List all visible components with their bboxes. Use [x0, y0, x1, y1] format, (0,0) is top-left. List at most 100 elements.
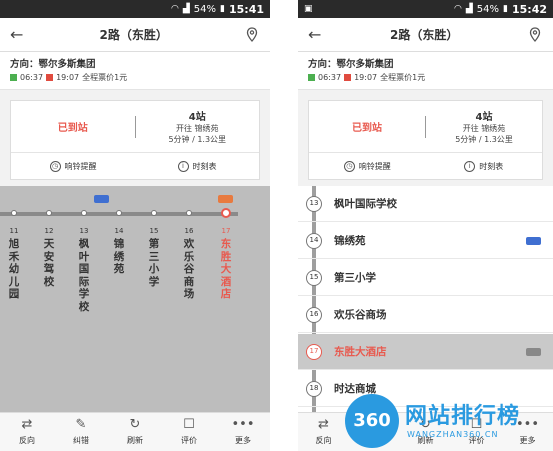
stop-number: 13	[79, 227, 89, 235]
toolbar-label: 评价	[181, 436, 197, 445]
battery-icon: ▮	[220, 4, 225, 14]
toolbar-label: 更多	[235, 436, 251, 445]
list-item[interactable]: 15 第三小学	[298, 260, 553, 296]
map-pin-icon[interactable]	[244, 26, 260, 43]
info-icon: i	[464, 160, 476, 172]
alarm-clock-icon: ◷	[343, 160, 355, 172]
last-bus-marker	[46, 74, 54, 81]
clock: 15:42	[511, 2, 547, 16]
toolbar-label: 反向	[19, 436, 35, 445]
notification-icon: ▣	[304, 4, 313, 14]
stop-number: 14	[114, 227, 124, 235]
timetable-button[interactable]: i 时刻表	[426, 160, 543, 172]
watermark: 360 网站排行榜 WANGZHAN360.CN	[345, 392, 553, 451]
list-item-current[interactable]: 17 东胜大酒店	[298, 334, 553, 370]
next-bus-info: 4站 开往 锦绣苑 5分钟 / 1.3公里	[426, 108, 542, 145]
status-bar: ◠ ▟ 54% ▮ 15:41	[0, 0, 270, 18]
stop-name: 锦绣苑	[113, 238, 125, 275]
stops-away: 4站	[475, 112, 493, 123]
info-icon: i	[177, 160, 189, 172]
first-bus-time: 06:37	[318, 73, 342, 82]
battery-level: 54%	[476, 3, 500, 15]
report-error-button[interactable]: ✎ 纠错	[54, 413, 108, 451]
stop-dot	[151, 210, 157, 216]
battery-level: 54%	[193, 3, 217, 15]
stop-name: 枫叶国际学校	[334, 198, 397, 210]
last-bus-marker	[344, 74, 352, 81]
next-stop-line: 开往 锦绣苑	[462, 124, 506, 133]
alarm-button[interactable]: ◷ 响铃提醒	[309, 160, 426, 172]
comment-icon: ☐	[183, 417, 195, 432]
back-arrow-icon[interactable]: ←	[10, 25, 23, 44]
phone-screen-right: ▣ ◠ ▟ 54% ▮ 15:42 ← 2路（东胜） 方向：鄂尔多斯集团 06:…	[298, 0, 553, 451]
stop-number: 15	[149, 227, 159, 235]
list-item[interactable]: 13 枫叶国际学校	[298, 186, 553, 222]
stop-name: 枫叶国际学校	[78, 238, 90, 313]
wifi-icon: ◠	[171, 4, 179, 14]
stop-number: 15	[306, 269, 322, 286]
more-button[interactable]: ••• 更多	[216, 413, 270, 451]
phone-screen-left: ◠ ▟ 54% ▮ 15:41 ← 2路（东胜） 方向：鄂尔多斯集团 06:37…	[0, 0, 270, 451]
arrival-card: 已到站 4站 开往 锦绣苑 5分钟 / 1.3公里 ◷ 响铃提醒 i 时刻表	[10, 100, 260, 180]
stop-number: 16	[306, 306, 322, 323]
next-bus-info: 4站 开往 锦绣苑 5分钟 / 1.3公里	[136, 108, 260, 145]
stop-name: 东胜大酒店	[220, 238, 232, 300]
eta-distance: 5分钟 / 1.3公里	[455, 135, 513, 144]
first-bus-marker	[10, 74, 17, 81]
stop-name: 第三小学	[148, 238, 160, 288]
stop-number: 11	[9, 227, 19, 235]
stop-number: 12	[44, 227, 54, 235]
bus-icon[interactable]	[526, 236, 541, 245]
list-item[interactable]: 14 锦绣苑	[298, 223, 553, 259]
stop-number: 14	[306, 232, 322, 249]
stop-name: 旭禾幼儿园	[8, 238, 20, 300]
wifi-icon: ◠	[454, 4, 462, 14]
reverse-icon: ⇄	[21, 417, 33, 432]
map-pin-icon[interactable]	[527, 26, 543, 43]
list-item[interactable]: 16 欢乐谷商场	[298, 297, 553, 333]
arrived-status: 已到站	[352, 123, 382, 134]
last-bus-time: 19:07	[56, 73, 80, 82]
watermark-url: WANGZHAN360.CN	[407, 430, 499, 439]
timetable-button[interactable]: i 时刻表	[135, 160, 259, 172]
direction-label: 方向：鄂尔多斯集团	[308, 59, 394, 70]
clock: 15:41	[228, 2, 264, 16]
stop-dot	[81, 210, 87, 216]
stop-number: 13	[306, 195, 322, 212]
stop-dot	[116, 210, 122, 216]
bus-icon[interactable]	[526, 347, 541, 356]
toolbar-label: 纠错	[73, 436, 89, 445]
bus-icon[interactable]	[94, 195, 109, 203]
stop-number: 17	[306, 343, 322, 360]
page-title: 2路（东胜）	[390, 28, 459, 42]
route-line-view: 11 旭禾幼儿园 12 天安驾校 13 枫叶国际学校 14 锦绣苑 15 第三小学 16 欢…	[0, 186, 270, 412]
reverse-button[interactable]: ⇄ 反向	[0, 413, 54, 451]
alarm-button[interactable]: ◷ 响铃提醒	[11, 160, 135, 172]
first-bus-marker	[308, 74, 315, 81]
fare-text: 全程票价1元	[380, 73, 426, 82]
route-direction: 方向：鄂尔多斯集团 06:37 19:07 全程票价1元	[0, 52, 270, 90]
stop-number: 18	[306, 380, 322, 397]
signal-icon: ▟	[465, 4, 473, 14]
timetable-label: 时刻表	[192, 161, 217, 171]
refresh-button[interactable]: ↻ 刷新	[108, 413, 162, 451]
stop-number: 16	[184, 227, 194, 235]
bus-icon[interactable]	[218, 195, 233, 203]
toolbar-label: 反向	[315, 436, 332, 445]
alarm-label: 响铃提醒	[358, 161, 391, 171]
first-bus-time: 06:37	[20, 73, 44, 82]
stop-name: 东胜大酒店	[334, 346, 387, 358]
stop-dot	[11, 210, 17, 216]
status-bar: ▣ ◠ ▟ 54% ▮ 15:42	[298, 0, 553, 18]
stop-dot	[221, 208, 231, 218]
reverse-button[interactable]: ⇄ 反向	[298, 413, 349, 451]
signal-icon: ▟	[182, 4, 190, 14]
stop-name: 第三小学	[334, 272, 376, 284]
service-hours: 06:37 19:07 全程票价1元	[308, 72, 543, 83]
alarm-label: 响铃提醒	[64, 161, 97, 171]
route-direction: 方向：鄂尔多斯集团 06:37 19:07 全程票价1元	[298, 52, 553, 90]
stop-name: 欢乐谷商场	[183, 238, 195, 300]
rate-button[interactable]: ☐ 评价	[162, 413, 216, 451]
back-arrow-icon[interactable]: ←	[308, 25, 321, 44]
stop-list: 13 枫叶国际学校 14 锦绣苑 15 第三小学 16 欢乐谷商场 17 东胜大酒店 18…	[298, 186, 553, 412]
